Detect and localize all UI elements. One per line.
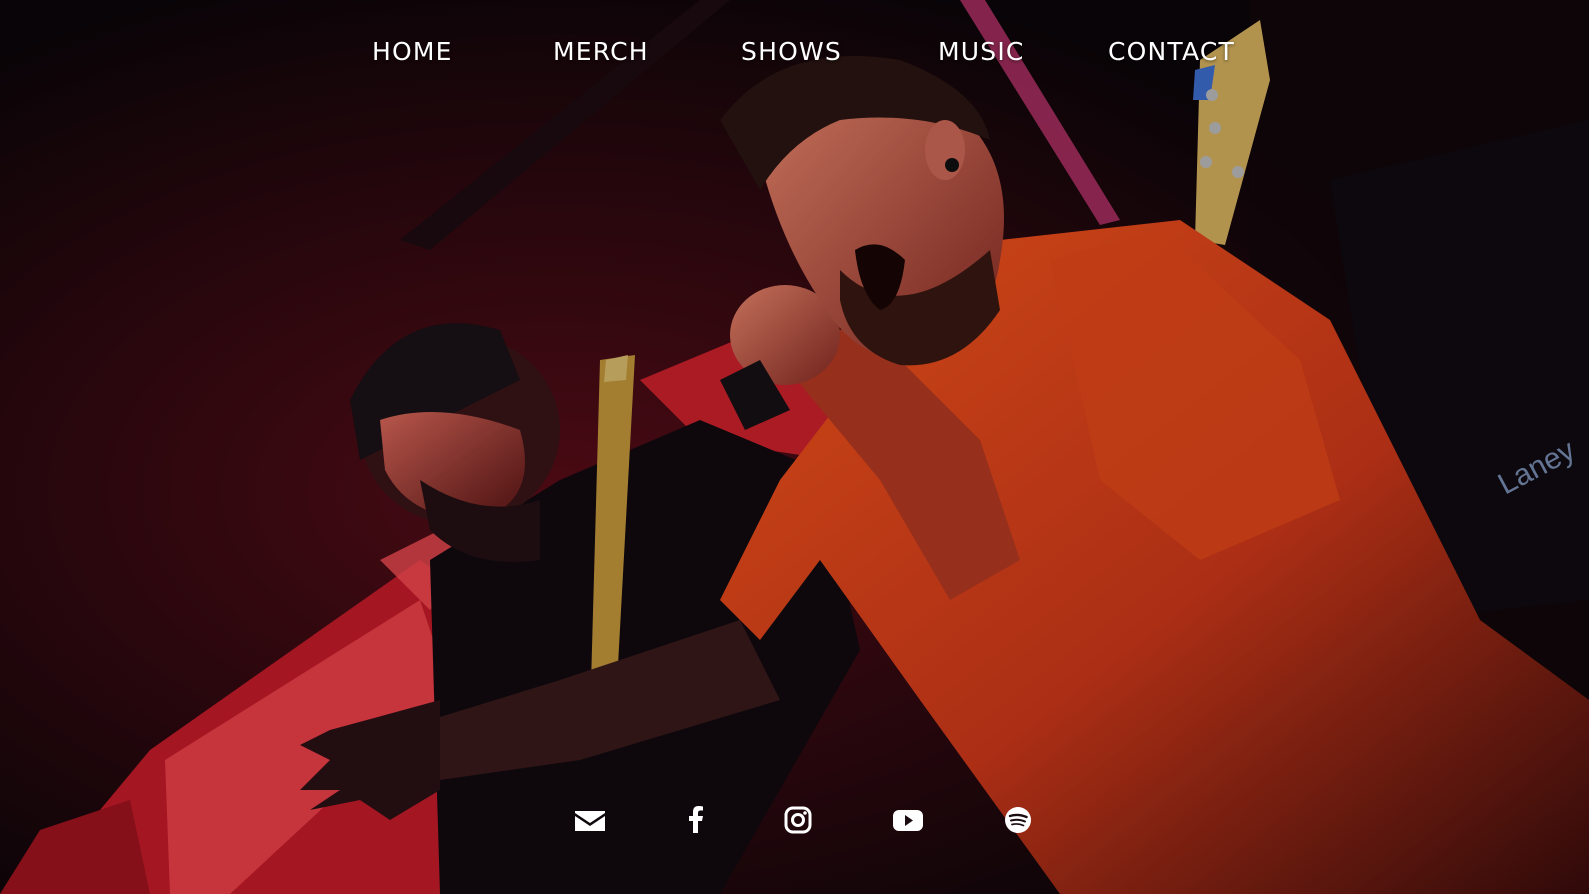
hero-image: Laney: [0, 0, 1589, 894]
email-link[interactable]: [570, 800, 610, 840]
nav-merch-link[interactable]: MERCH: [553, 30, 649, 74]
nav-contact-link[interactable]: CONTACT: [1108, 30, 1235, 74]
main-nav: HOME MERCH SHOWS MUSIC CONTACT: [0, 30, 1589, 74]
instagram-icon: [784, 806, 812, 834]
spotify-icon: [1005, 807, 1031, 833]
envelope-icon: [575, 811, 605, 831]
social-links: [0, 800, 1589, 840]
youtube-link[interactable]: [888, 800, 928, 840]
instagram-link[interactable]: [778, 800, 818, 840]
youtube-icon: [893, 810, 923, 831]
nav-shows-link[interactable]: SHOWS: [741, 30, 842, 74]
nav-music-link[interactable]: MUSIC: [938, 30, 1025, 74]
facebook-icon: [689, 806, 703, 833]
spotify-link[interactable]: [998, 800, 1038, 840]
concert-photo: Laney: [0, 0, 1589, 894]
facebook-link[interactable]: [676, 800, 716, 840]
nav-home-link[interactable]: HOME: [372, 30, 453, 74]
